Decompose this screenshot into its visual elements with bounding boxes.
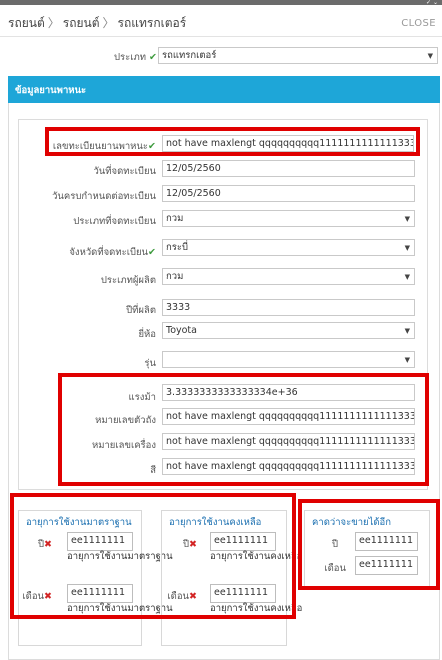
due-date-label: วันครบกำหนดต่อทะเบียน xyxy=(52,191,156,202)
reg-type-value: กวม xyxy=(166,213,184,224)
brand-label: ยี่ห้อ xyxy=(138,329,156,340)
type-select-value: รถแทรกเตอร์ xyxy=(162,50,217,61)
caret-down-icon: ▼ xyxy=(427,52,433,60)
province-label-text: จังหวัดที่จดทะเบียน xyxy=(69,247,149,258)
caret-down-icon: ▼ xyxy=(404,327,410,335)
section-title: ข้อมูลยานพาหนะ xyxy=(15,85,87,96)
highlight-plate xyxy=(45,127,420,156)
chevron-right-icon: 〉 xyxy=(47,16,60,30)
reg-date-label: วันที่จดทะเบียน xyxy=(93,166,156,177)
highlight-sell xyxy=(298,499,440,590)
model-select[interactable]: ▼ xyxy=(162,351,415,368)
type-label-text: ประเภท xyxy=(113,52,146,63)
model-label: รุ่น xyxy=(144,358,156,369)
reg-date-input[interactable]: 12/05/2560 xyxy=(162,160,415,177)
province-select[interactable]: กระบี่ ▼ xyxy=(162,239,415,256)
breadcrumb-item-2[interactable]: รถยนต์ xyxy=(63,16,100,30)
maker-type-label: ประเภทผู้ผลิต xyxy=(100,275,156,286)
type-select[interactable]: รถแทรกเตอร์ ▼ xyxy=(158,47,438,64)
modal-header: รถยนต์〉รถยนต์〉รถแทรกเตอร์ CLOSE xyxy=(0,5,442,37)
province-label: จังหวัดที่จดทะเบียน✔ xyxy=(69,245,156,260)
caret-down-icon: ▼ xyxy=(404,244,410,252)
due-date-input[interactable]: 12/05/2560 xyxy=(162,185,415,202)
caret-down-icon: ▼ xyxy=(404,273,410,281)
maker-type-select[interactable]: กวม ▼ xyxy=(162,268,415,285)
highlight-life xyxy=(10,493,296,619)
check-icon: ✔ xyxy=(149,52,157,63)
breadcrumb: รถยนต์〉รถยนต์〉รถแทรกเตอร์ xyxy=(8,14,186,33)
brand-value: Toyota xyxy=(166,325,197,336)
highlight-identifiers xyxy=(58,373,429,486)
year-input[interactable]: 3333 xyxy=(162,299,415,316)
brand-select[interactable]: Toyota ▼ xyxy=(162,322,415,339)
year-label: ปีที่ผลิต xyxy=(126,305,156,316)
check-icon: ✔ xyxy=(148,247,156,258)
province-value: กระบี่ xyxy=(166,242,188,253)
section-header: ข้อมูลยานพาหนะ xyxy=(8,76,440,103)
type-label: ประเภท ✔ xyxy=(114,50,157,65)
caret-down-icon: ▼ xyxy=(404,215,410,223)
breadcrumb-item-3: รถแทรกเตอร์ xyxy=(117,16,187,30)
caret-down-icon: ▼ xyxy=(404,356,410,364)
reg-type-select[interactable]: กวม ▼ xyxy=(162,210,415,227)
breadcrumb-item-1[interactable]: รถยนต์ xyxy=(8,16,45,30)
close-button[interactable]: CLOSE xyxy=(401,18,436,29)
maker-type-value: กวม xyxy=(166,271,184,282)
chevron-right-icon: 〉 xyxy=(102,16,115,30)
reg-type-label: ประเภทที่จดทะเบียน xyxy=(73,216,156,227)
